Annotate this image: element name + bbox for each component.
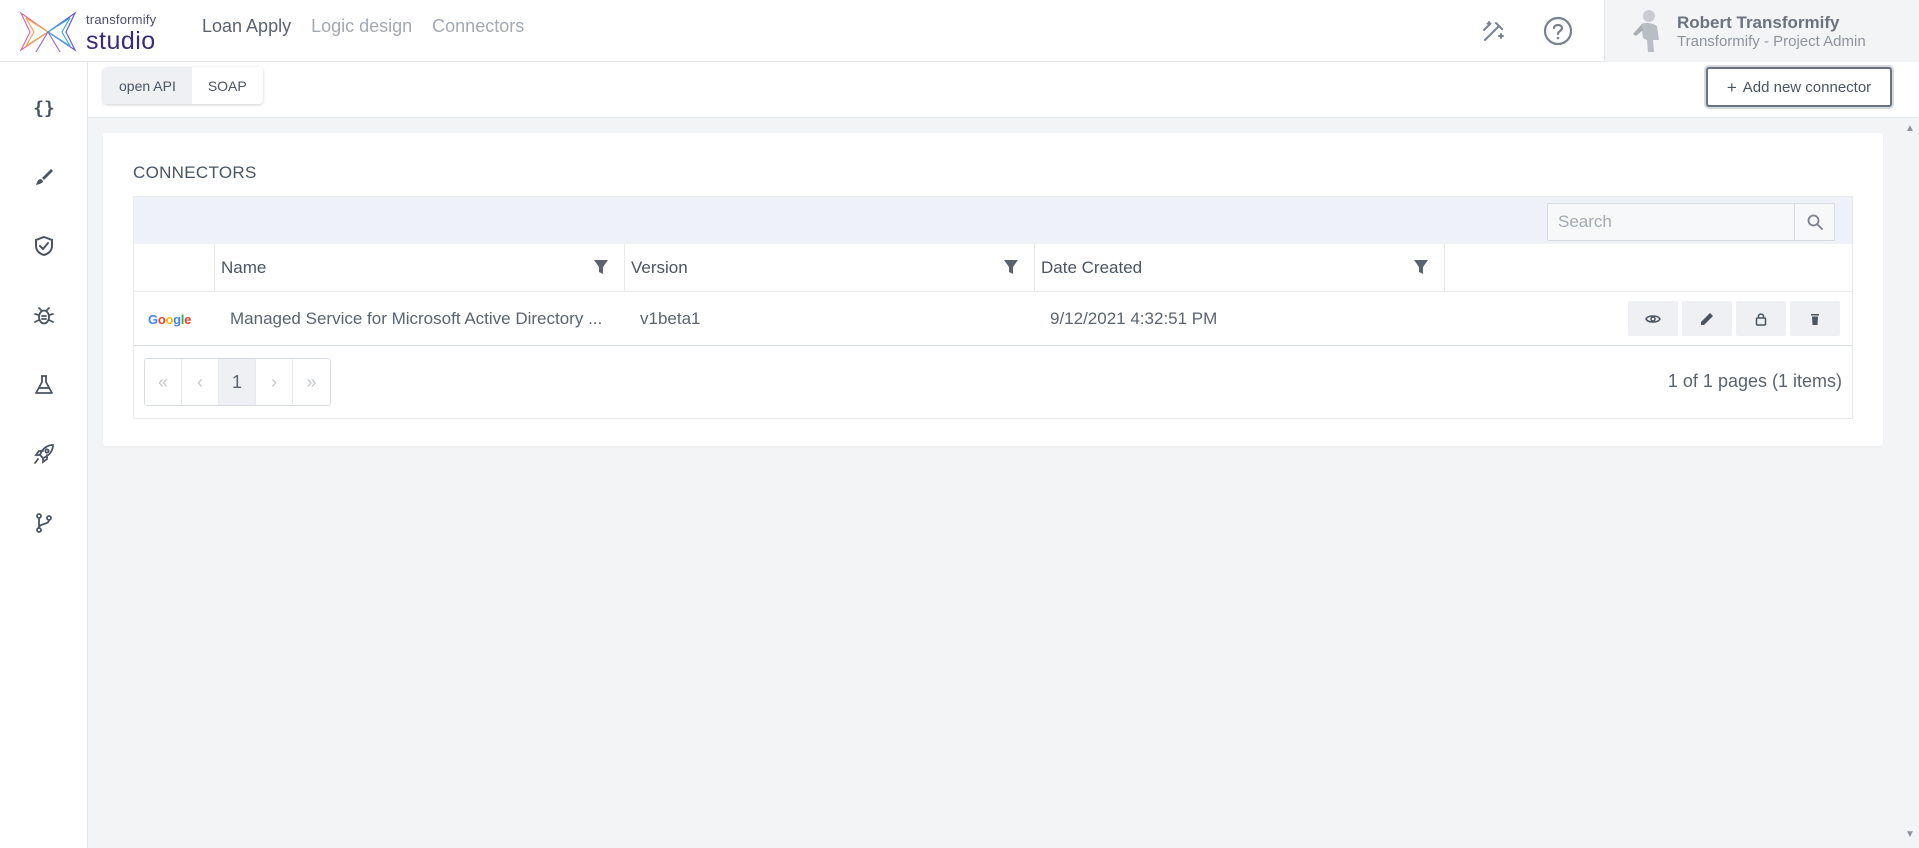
user-menu[interactable]: Robert Transformify Transformify - Proje… — [1604, 0, 1919, 62]
column-header-date-created[interactable]: Date Created — [1035, 244, 1445, 292]
card-title: CONNECTORS — [133, 163, 257, 182]
edit-button[interactable] — [1682, 301, 1732, 336]
top-header: transformify studio Loan Apply Logic des… — [0, 0, 1919, 62]
column-header-name[interactable]: Name — [215, 244, 625, 292]
connectors-card: CONNECTORS Name Version Date Created — [103, 133, 1883, 446]
lock-icon — [1755, 312, 1767, 326]
previous-page-button[interactable]: ‹ — [182, 359, 219, 405]
butterfly-logo-icon — [19, 11, 77, 53]
scroll-down-arrow-icon[interactable]: ▼ — [1905, 830, 1915, 840]
user-role: Transformify - Project Admin — [1677, 33, 1866, 50]
search-input[interactable] — [1548, 204, 1794, 240]
next-page-button[interactable]: › — [256, 359, 293, 405]
connectors-grid: Name Version Date Created Google Managed… — [133, 196, 1853, 419]
search-icon — [1807, 214, 1823, 230]
delete-button[interactable] — [1790, 301, 1840, 336]
main-nav: Loan Apply Logic design Connectors — [202, 16, 524, 37]
view-button[interactable] — [1628, 301, 1678, 336]
connector-type-toggle: open API SOAP — [103, 67, 263, 104]
nav-item-connectors[interactable]: Connectors — [432, 16, 524, 37]
nav-item-loan-apply[interactable]: Loan Apply — [202, 16, 291, 37]
brand-logo[interactable]: transformify studio — [18, 10, 168, 55]
add-new-connector-label: Add new connector — [1742, 78, 1872, 96]
column-header-actions — [1445, 244, 1852, 292]
connector-version: v1beta1 — [640, 309, 701, 328]
shield-check-icon[interactable] — [28, 230, 60, 262]
help-icon[interactable] — [1542, 15, 1574, 47]
first-page-button[interactable]: « — [145, 359, 182, 405]
google-logo: Google — [148, 311, 192, 327]
table-row[interactable]: Google Managed Service for Microsoft Act… — [134, 292, 1852, 346]
page-number-button[interactable]: 1 — [219, 359, 256, 405]
git-branch-icon[interactable] — [28, 507, 60, 539]
last-page-button[interactable]: » — [293, 359, 330, 405]
pager-info: 1 of 1 pages (1 items) — [1667, 371, 1842, 391]
brand-top-text: transformify — [86, 12, 157, 27]
tab-open-api[interactable]: open API — [103, 67, 192, 104]
sidebar: {} — [0, 62, 88, 848]
provider-logo: Google — [148, 292, 208, 346]
filter-icon[interactable] — [1002, 258, 1020, 276]
bug-icon[interactable] — [28, 300, 60, 332]
brush-icon[interactable] — [28, 161, 60, 193]
pagination: « ‹ 1 › » — [144, 358, 331, 406]
braces-icon[interactable]: {} — [28, 92, 60, 124]
flask-icon[interactable] — [28, 369, 60, 401]
column-header-date-created-label: Date Created — [1041, 258, 1143, 277]
grid-toolbar — [134, 197, 1852, 244]
brand-bottom-text: studio — [86, 27, 156, 55]
trash-icon — [1811, 313, 1819, 325]
user-name: Robert Transformify — [1677, 13, 1840, 32]
pencil-icon — [1701, 312, 1713, 325]
avatar — [1633, 10, 1659, 52]
search-box — [1547, 203, 1835, 241]
rocket-icon[interactable] — [28, 438, 60, 470]
tab-soap[interactable]: SOAP — [191, 67, 263, 104]
search-button[interactable] — [1794, 204, 1834, 240]
lock-button[interactable] — [1736, 301, 1786, 336]
connector-date-created: 9/12/2021 4:32:51 PM — [1050, 309, 1218, 328]
connector-name: Managed Service for Microsoft Active Dir… — [230, 309, 603, 328]
magic-wand-icon[interactable] — [1478, 15, 1510, 47]
column-header-version[interactable]: Version — [625, 244, 1035, 292]
eye-icon — [1645, 314, 1661, 323]
add-new-connector-button[interactable]: + Add new connector — [1706, 67, 1892, 107]
connector-toolbar: open API SOAP + Add new connector — [88, 62, 1919, 118]
column-header-logo — [134, 244, 215, 292]
table-header: Name Version Date Created — [134, 244, 1852, 292]
column-header-version-label: Version — [631, 258, 688, 277]
plus-icon: + — [1726, 77, 1737, 97]
nav-item-logic-design[interactable]: Logic design — [311, 16, 412, 37]
scroll-up-arrow-icon[interactable]: ▲ — [1905, 124, 1915, 134]
filter-icon[interactable] — [1412, 258, 1430, 276]
column-header-name-label: Name — [221, 258, 267, 277]
filter-icon[interactable] — [592, 258, 610, 276]
vertical-scrollbar[interactable]: ▲ ▼ — [1901, 118, 1919, 848]
